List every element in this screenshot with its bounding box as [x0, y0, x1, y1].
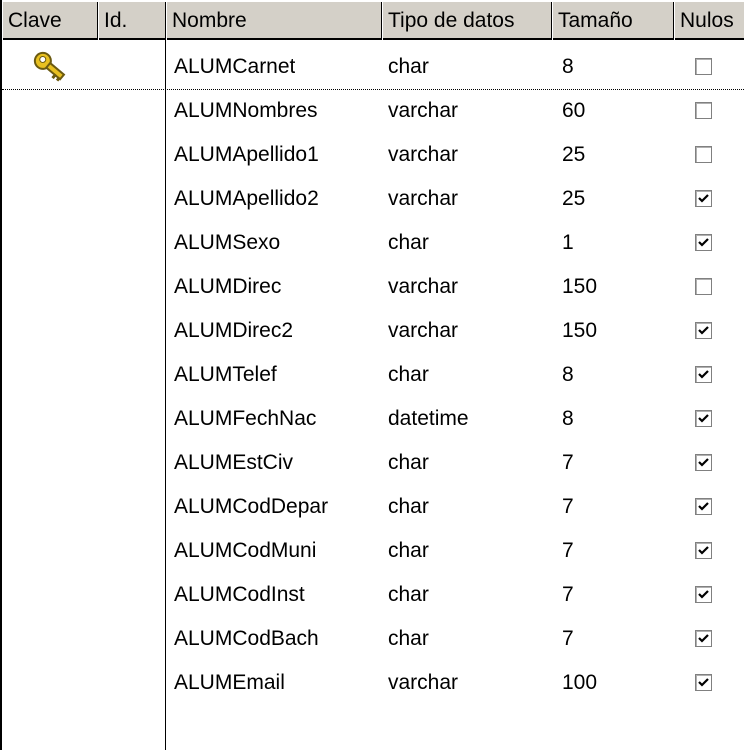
- size-cell[interactable]: 7: [562, 617, 574, 661]
- nullable-checkbox-unchecked[interactable]: [695, 102, 712, 119]
- size-cell[interactable]: 7: [562, 485, 574, 529]
- data-type-cell[interactable]: varchar: [388, 309, 458, 353]
- data-type-cell[interactable]: char: [388, 45, 429, 89]
- column-name-cell[interactable]: ALUMSexo: [174, 221, 280, 265]
- column-name-cell[interactable]: ALUMTelef: [174, 353, 277, 397]
- size-cell[interactable]: 7: [562, 441, 574, 485]
- nullable-checkbox-checked[interactable]: [695, 366, 712, 383]
- table-row[interactable]: ALUMNombres varchar 60: [2, 89, 744, 133]
- column-name-cell[interactable]: ALUMDirec: [174, 265, 281, 309]
- size-cell[interactable]: 8: [562, 45, 574, 89]
- data-type-cell[interactable]: varchar: [388, 133, 458, 177]
- size-cell[interactable]: 60: [562, 89, 585, 133]
- table-row[interactable]: ALUMFechNac datetime 8: [2, 397, 744, 441]
- nullable-checkbox-unchecked[interactable]: [695, 58, 712, 75]
- data-type-cell[interactable]: varchar: [388, 661, 458, 705]
- size-cell[interactable]: 150: [562, 265, 597, 309]
- column-name-cell[interactable]: ALUMCarnet: [174, 45, 295, 89]
- data-type-cell[interactable]: varchar: [388, 89, 458, 133]
- table-row[interactable]: ALUMApellido1 varchar 25: [2, 133, 744, 177]
- key-icon: [28, 47, 70, 91]
- nullable-checkbox-checked[interactable]: [695, 586, 712, 603]
- table-row[interactable]: ALUMEstCiv char 7: [2, 441, 744, 485]
- column-name-cell[interactable]: ALUMCodBach: [174, 617, 319, 661]
- table-row[interactable]: ALUMTelef char 8: [2, 353, 744, 397]
- size-cell[interactable]: 8: [562, 353, 574, 397]
- size-cell[interactable]: 25: [562, 177, 585, 221]
- table-row[interactable]: ALUMSexo char 1: [2, 221, 744, 265]
- header-nulos[interactable]: Nulos: [674, 2, 744, 40]
- header-nombre[interactable]: Nombre: [166, 2, 382, 40]
- nullable-checkbox-unchecked[interactable]: [695, 146, 712, 163]
- nullable-checkbox-checked[interactable]: [695, 674, 712, 691]
- data-type-cell[interactable]: char: [388, 617, 429, 661]
- table-row[interactable]: ALUMApellido2 varchar 25: [2, 177, 744, 221]
- data-type-cell[interactable]: varchar: [388, 177, 458, 221]
- data-type-cell[interactable]: char: [388, 441, 429, 485]
- data-type-cell[interactable]: char: [388, 485, 429, 529]
- table-design-grid: Clave Id. Nombre Tipo de datos Tamaño Nu…: [0, 0, 744, 750]
- table-row[interactable]: ALUMCodMuni char 7: [2, 529, 744, 573]
- size-cell[interactable]: 1: [562, 221, 574, 265]
- nullable-checkbox-checked[interactable]: [695, 454, 712, 471]
- column-header-row: Clave Id. Nombre Tipo de datos Tamaño Nu…: [2, 0, 744, 40]
- size-cell[interactable]: 7: [562, 529, 574, 573]
- column-name-cell[interactable]: ALUMFechNac: [174, 397, 316, 441]
- table-row[interactable]: ALUMCodInst char 7: [2, 573, 744, 617]
- table-row[interactable]: ALUMEmail varchar 100: [2, 661, 744, 705]
- data-type-cell[interactable]: char: [388, 573, 429, 617]
- data-type-cell[interactable]: varchar: [388, 265, 458, 309]
- nullable-checkbox-unchecked[interactable]: [695, 278, 712, 295]
- column-name-cell[interactable]: ALUMCodDepar: [174, 485, 328, 529]
- table-row[interactable]: ALUMCodBach char 7: [2, 617, 744, 661]
- column-name-cell[interactable]: ALUMCodMuni: [174, 529, 316, 573]
- column-name-cell[interactable]: ALUMCodInst: [174, 573, 305, 617]
- nullable-checkbox-checked[interactable]: [695, 630, 712, 647]
- column-name-cell[interactable]: ALUMEmail: [174, 661, 285, 705]
- column-name-cell[interactable]: ALUMApellido2: [174, 177, 319, 221]
- nullable-checkbox-checked[interactable]: [695, 190, 712, 207]
- nullable-checkbox-checked[interactable]: [695, 498, 712, 515]
- column-name-cell[interactable]: ALUMDirec2: [174, 309, 293, 353]
- size-cell[interactable]: 150: [562, 309, 597, 353]
- header-tamano[interactable]: Tamaño: [552, 2, 674, 40]
- column-name-cell[interactable]: ALUMEstCiv: [174, 441, 293, 485]
- column-name-cell[interactable]: ALUMNombres: [174, 89, 318, 133]
- data-type-cell[interactable]: char: [388, 353, 429, 397]
- header-clave[interactable]: Clave: [2, 2, 98, 40]
- table-row[interactable]: ALUMDirec varchar 150: [2, 265, 744, 309]
- data-type-cell[interactable]: char: [388, 529, 429, 573]
- data-type-cell[interactable]: datetime: [388, 397, 469, 441]
- nullable-checkbox-checked[interactable]: [695, 322, 712, 339]
- nullable-checkbox-checked[interactable]: [695, 542, 712, 559]
- size-cell[interactable]: 8: [562, 397, 574, 441]
- size-cell[interactable]: 7: [562, 573, 574, 617]
- size-cell[interactable]: 100: [562, 661, 597, 705]
- header-id[interactable]: Id.: [98, 2, 166, 40]
- nullable-checkbox-checked[interactable]: [695, 234, 712, 251]
- header-tipo-de-datos[interactable]: Tipo de datos: [382, 2, 552, 40]
- data-type-cell[interactable]: char: [388, 221, 429, 265]
- table-row[interactable]: ALUMDirec2 varchar 150: [2, 309, 744, 353]
- table-row[interactable]: ALUMCarnet char 8: [2, 45, 744, 90]
- size-cell[interactable]: 25: [562, 133, 585, 177]
- table-row[interactable]: ALUMCodDepar char 7: [2, 485, 744, 529]
- column-name-cell[interactable]: ALUMApellido1: [174, 133, 319, 177]
- nullable-checkbox-checked[interactable]: [695, 410, 712, 427]
